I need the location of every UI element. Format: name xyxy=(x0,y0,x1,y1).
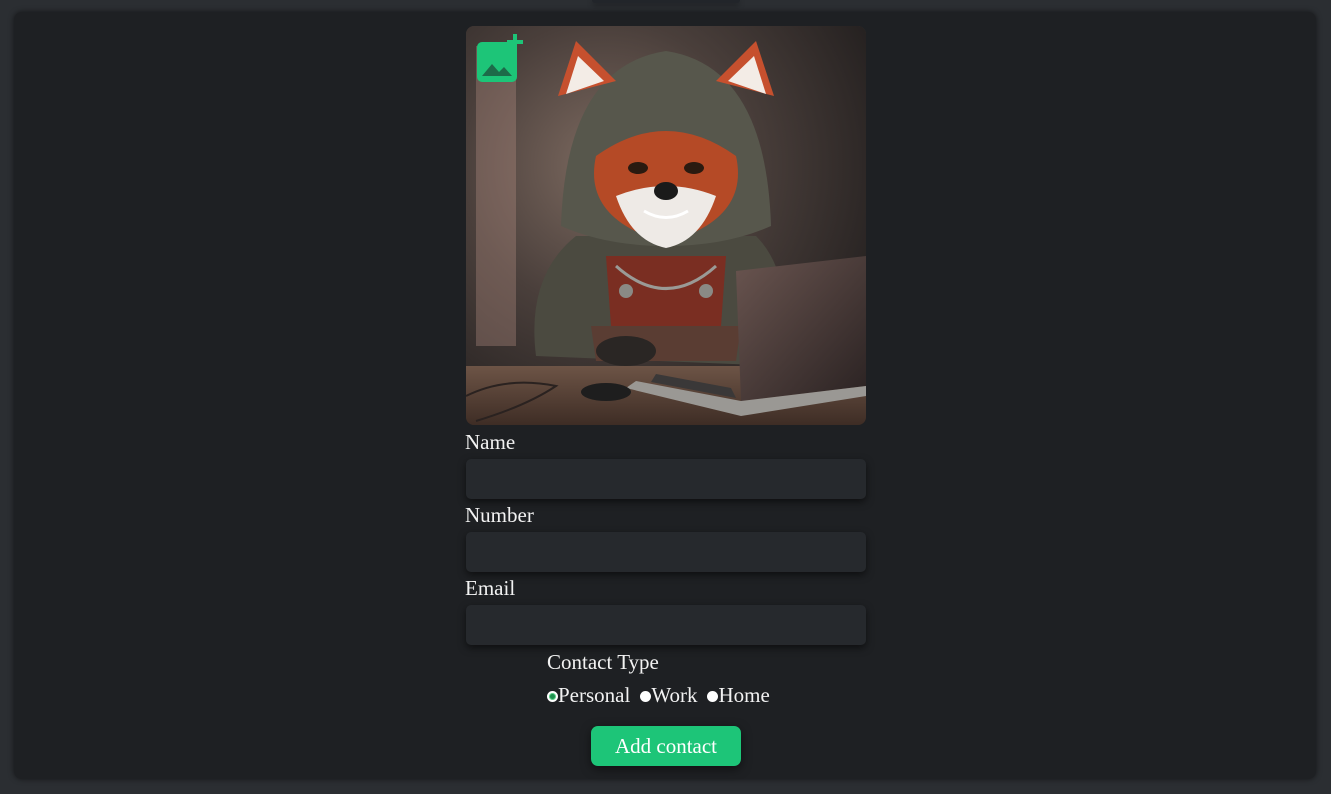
email-label: Email xyxy=(465,576,516,600)
name-input[interactable] xyxy=(466,459,866,499)
contact-photo[interactable] xyxy=(466,26,866,425)
radio-label-personal: Personal xyxy=(558,682,631,707)
top-tab-decoration xyxy=(592,0,740,3)
add-contact-button[interactable]: Add contact xyxy=(591,726,741,766)
radio-option-personal[interactable]: Personal xyxy=(547,683,630,708)
radio-personal[interactable] xyxy=(547,690,558,702)
number-label: Number xyxy=(465,503,534,527)
number-input[interactable] xyxy=(466,532,866,572)
radio-option-home[interactable]: Home xyxy=(707,682,770,708)
radio-work[interactable] xyxy=(640,690,652,702)
radio-home[interactable] xyxy=(707,690,719,702)
radio-label-work: Work xyxy=(651,682,698,707)
name-label: Name xyxy=(465,430,516,454)
add-photo-icon[interactable] xyxy=(477,34,527,84)
contact-photo-image xyxy=(466,26,866,425)
contact-type-label: Contact Type xyxy=(547,650,659,674)
radio-label-home: Home xyxy=(718,682,770,707)
radio-option-work[interactable]: Work xyxy=(640,683,697,708)
email-input[interactable] xyxy=(466,605,866,645)
contact-type-radio-group: Personal Work Home xyxy=(547,683,780,707)
contact-form-panel: Name Number Email Contact Type Personal … xyxy=(14,12,1316,779)
